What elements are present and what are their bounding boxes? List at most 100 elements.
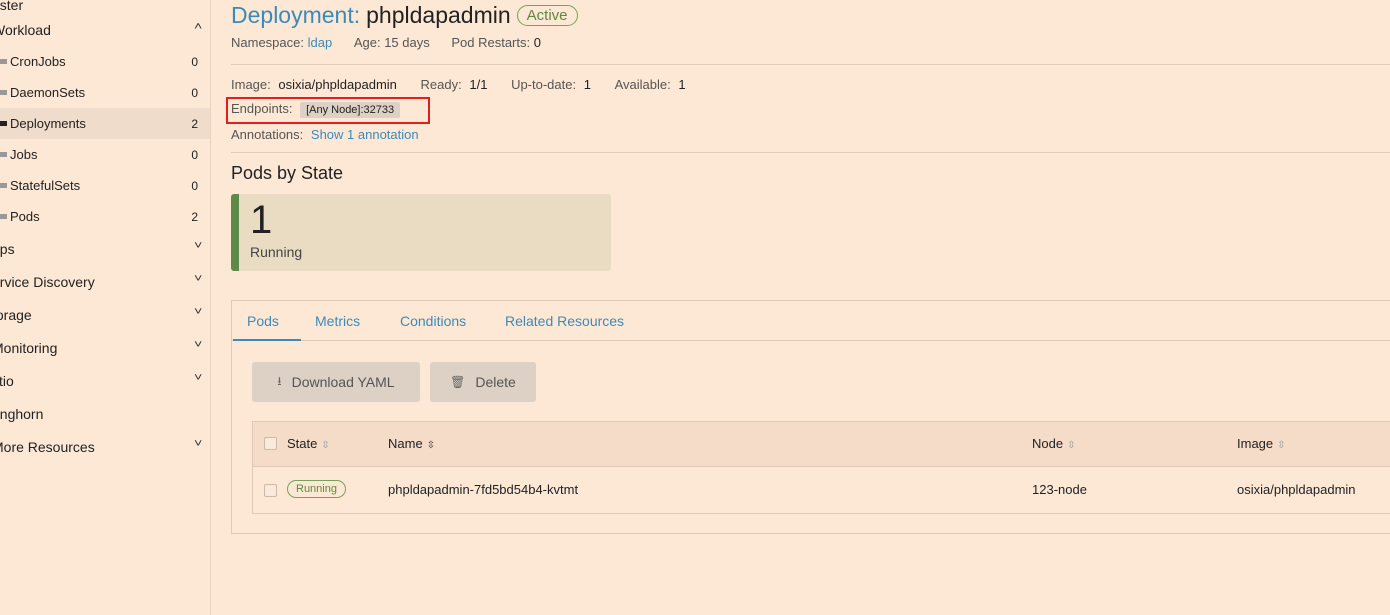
age-value: 15 days (384, 35, 430, 50)
sidebar-item-daemonsets[interactable]: DaemonSets 0 (0, 77, 210, 108)
meta-row: Namespace: ldap Age: 15 days Pod Restart… (231, 35, 541, 50)
image-label: Image: (231, 77, 271, 92)
chevron-down-icon: ˅ (193, 438, 202, 450)
ready-label: Ready: (420, 77, 462, 92)
sidebar-group-istio[interactable]: stio ˅ (0, 364, 210, 397)
sidebar-item-count: 0 (191, 85, 198, 100)
sidebar-group-longhorn[interactable]: onghorn (0, 397, 210, 430)
delete-button[interactable]: 🗑 Delete (430, 362, 536, 402)
sidebar-group-label: pps (0, 240, 15, 257)
running-label: Running (250, 244, 303, 260)
sidebar-item-label: DaemonSets (10, 85, 86, 100)
bullet-icon (0, 121, 7, 126)
namespace-label: Namespace: (231, 35, 304, 50)
sidebar-item-label: Pods (10, 209, 40, 224)
sort-icon: ⇳ (426, 440, 436, 451)
sort-icon: ⇳ (1277, 440, 1286, 451)
delete-label: Delete (475, 374, 516, 390)
chevron-down-icon: ˅ (193, 372, 202, 384)
tab-pods[interactable]: Pods (233, 313, 301, 341)
sidebar-group-monitoring[interactable]: Monitoring ˅ (0, 331, 210, 364)
sidebar-group-storage[interactable]: torage ˅ (0, 298, 210, 331)
sidebar-item-count: 0 (191, 147, 198, 162)
column-header-label: State (287, 436, 318, 451)
sidebar-item-count: 2 (191, 116, 198, 131)
column-header-label: Name (388, 436, 423, 451)
page-title: Deployment: phpldapadmin Active (231, 2, 578, 29)
running-count: 1 (250, 198, 273, 242)
column-header-name[interactable]: Name ⇳ (388, 436, 435, 451)
sidebar-item-label: StatefulSets (10, 178, 81, 193)
bullet-icon (0, 90, 7, 95)
table-row: Running phpldapadmin-7fd5bd54b4-kvtmt 12… (252, 467, 1390, 514)
sidebar-group-label: uster (0, 0, 24, 13)
bullet-icon (0, 183, 7, 188)
column-header-node[interactable]: Node ⇳ (1032, 436, 1075, 451)
sidebar-item-cronjobs[interactable]: CronJobs 0 (0, 46, 210, 77)
divider (231, 64, 1390, 65)
endpoints-row: Endpoints: [Any Node]:32733 (231, 101, 401, 118)
tab-bar: Pods Metrics Conditions Related Resource… (232, 301, 1390, 341)
sidebar-group-more-resources[interactable]: More Resources ˅ (0, 430, 210, 463)
column-header-image[interactable]: Image ⇳ (1237, 436, 1286, 451)
tab-conditions[interactable]: Conditions (400, 313, 466, 329)
node-link[interactable]: 123-node (1032, 482, 1087, 497)
resource-name: phpldapadmin (366, 2, 511, 28)
chevron-down-icon: ˅ (193, 339, 202, 351)
age-label: Age: (353, 35, 381, 50)
download-yaml-button[interactable]: ⭳ Download YAML (252, 362, 420, 402)
uptodate-label: Up-to-date: (511, 77, 577, 92)
sidebar-group-label: Workload (0, 21, 51, 38)
resource-kind[interactable]: Deployment: (231, 2, 360, 29)
available-value: 1 (678, 77, 686, 92)
tab-metrics[interactable]: Metrics (315, 313, 360, 329)
uptodate-value: 1 (583, 77, 591, 92)
annotations-row: Annotations: Show 1 annotation (231, 127, 419, 142)
sidebar-item-label: CronJobs (10, 54, 66, 69)
endpoint-tag[interactable]: [Any Node]:32733 (300, 102, 401, 118)
chevron-up-icon: ˄ (193, 21, 202, 33)
sidebar-item-count: 2 (191, 209, 198, 224)
show-annotations-link[interactable]: Show 1 annotation (311, 127, 419, 142)
divider (231, 152, 1390, 153)
bullet-icon (0, 152, 7, 157)
sidebar-group-service-discovery[interactable]: ervice Discovery ˅ (0, 265, 210, 298)
running-state-card: 1 Running (231, 194, 611, 271)
sort-icon: ⇳ (1067, 440, 1076, 451)
sidebar-item-statefulsets[interactable]: StatefulSets 0 (0, 170, 210, 201)
trash-icon: 🗑 (450, 375, 466, 389)
state-badge: Running (287, 480, 346, 498)
row-checkbox[interactable] (264, 484, 277, 497)
sidebar-item-pods[interactable]: Pods 2 (0, 201, 210, 232)
sidebar-group-label: ervice Discovery (0, 273, 95, 290)
sidebar-group-label: Monitoring (0, 339, 58, 356)
sidebar-group-label: stio (0, 372, 14, 389)
bullet-icon (0, 59, 7, 64)
pods-by-state-title: Pods by State (231, 163, 344, 183)
pod-image: osixia/phpldapadmin (1237, 482, 1356, 497)
sidebar-item-count: 0 (191, 178, 198, 193)
sidebar-item-deployments[interactable]: Deployments 2 (0, 108, 210, 139)
sidebar-item-jobs[interactable]: Jobs 0 (0, 139, 210, 170)
sidebar-group-label: torage (0, 306, 32, 323)
image-value: osixia/phpldapadmin (278, 77, 397, 92)
chevron-down-icon: ˅ (193, 240, 202, 252)
pod-name-link[interactable]: phpldapadmin-7fd5bd54b4-kvtmt (388, 482, 578, 497)
sidebar: uster Workload ˄ CronJobs 0 DaemonSets 0… (0, 0, 211, 615)
sidebar-group-apps[interactable]: pps ˅ (0, 232, 210, 265)
sort-icon: ⇳ (321, 440, 330, 451)
endpoints-label: Endpoints: (231, 101, 293, 116)
tab-related-resources[interactable]: Related Resources (505, 313, 624, 329)
table-header: State ⇳ Name ⇳ Node ⇳ Image ⇳ (252, 421, 1390, 467)
sidebar-group-label: More Resources (0, 438, 95, 455)
column-header-label: Image (1237, 436, 1274, 451)
select-all-checkbox[interactable] (264, 437, 277, 450)
column-header-state[interactable]: State ⇳ (287, 436, 330, 451)
tabs-panel: Pods Metrics Conditions Related Resource… (231, 300, 1390, 534)
sidebar-item-count: 0 (191, 54, 198, 69)
namespace-link[interactable]: ldap (308, 35, 333, 50)
image-detail-row: Image: osixia/phpldapadmin Ready: 1/1 Up… (231, 77, 686, 92)
download-yaml-label: Download YAML (291, 374, 395, 390)
sidebar-group-workload[interactable]: Workload ˄ (0, 13, 210, 46)
bullet-icon (0, 214, 7, 219)
